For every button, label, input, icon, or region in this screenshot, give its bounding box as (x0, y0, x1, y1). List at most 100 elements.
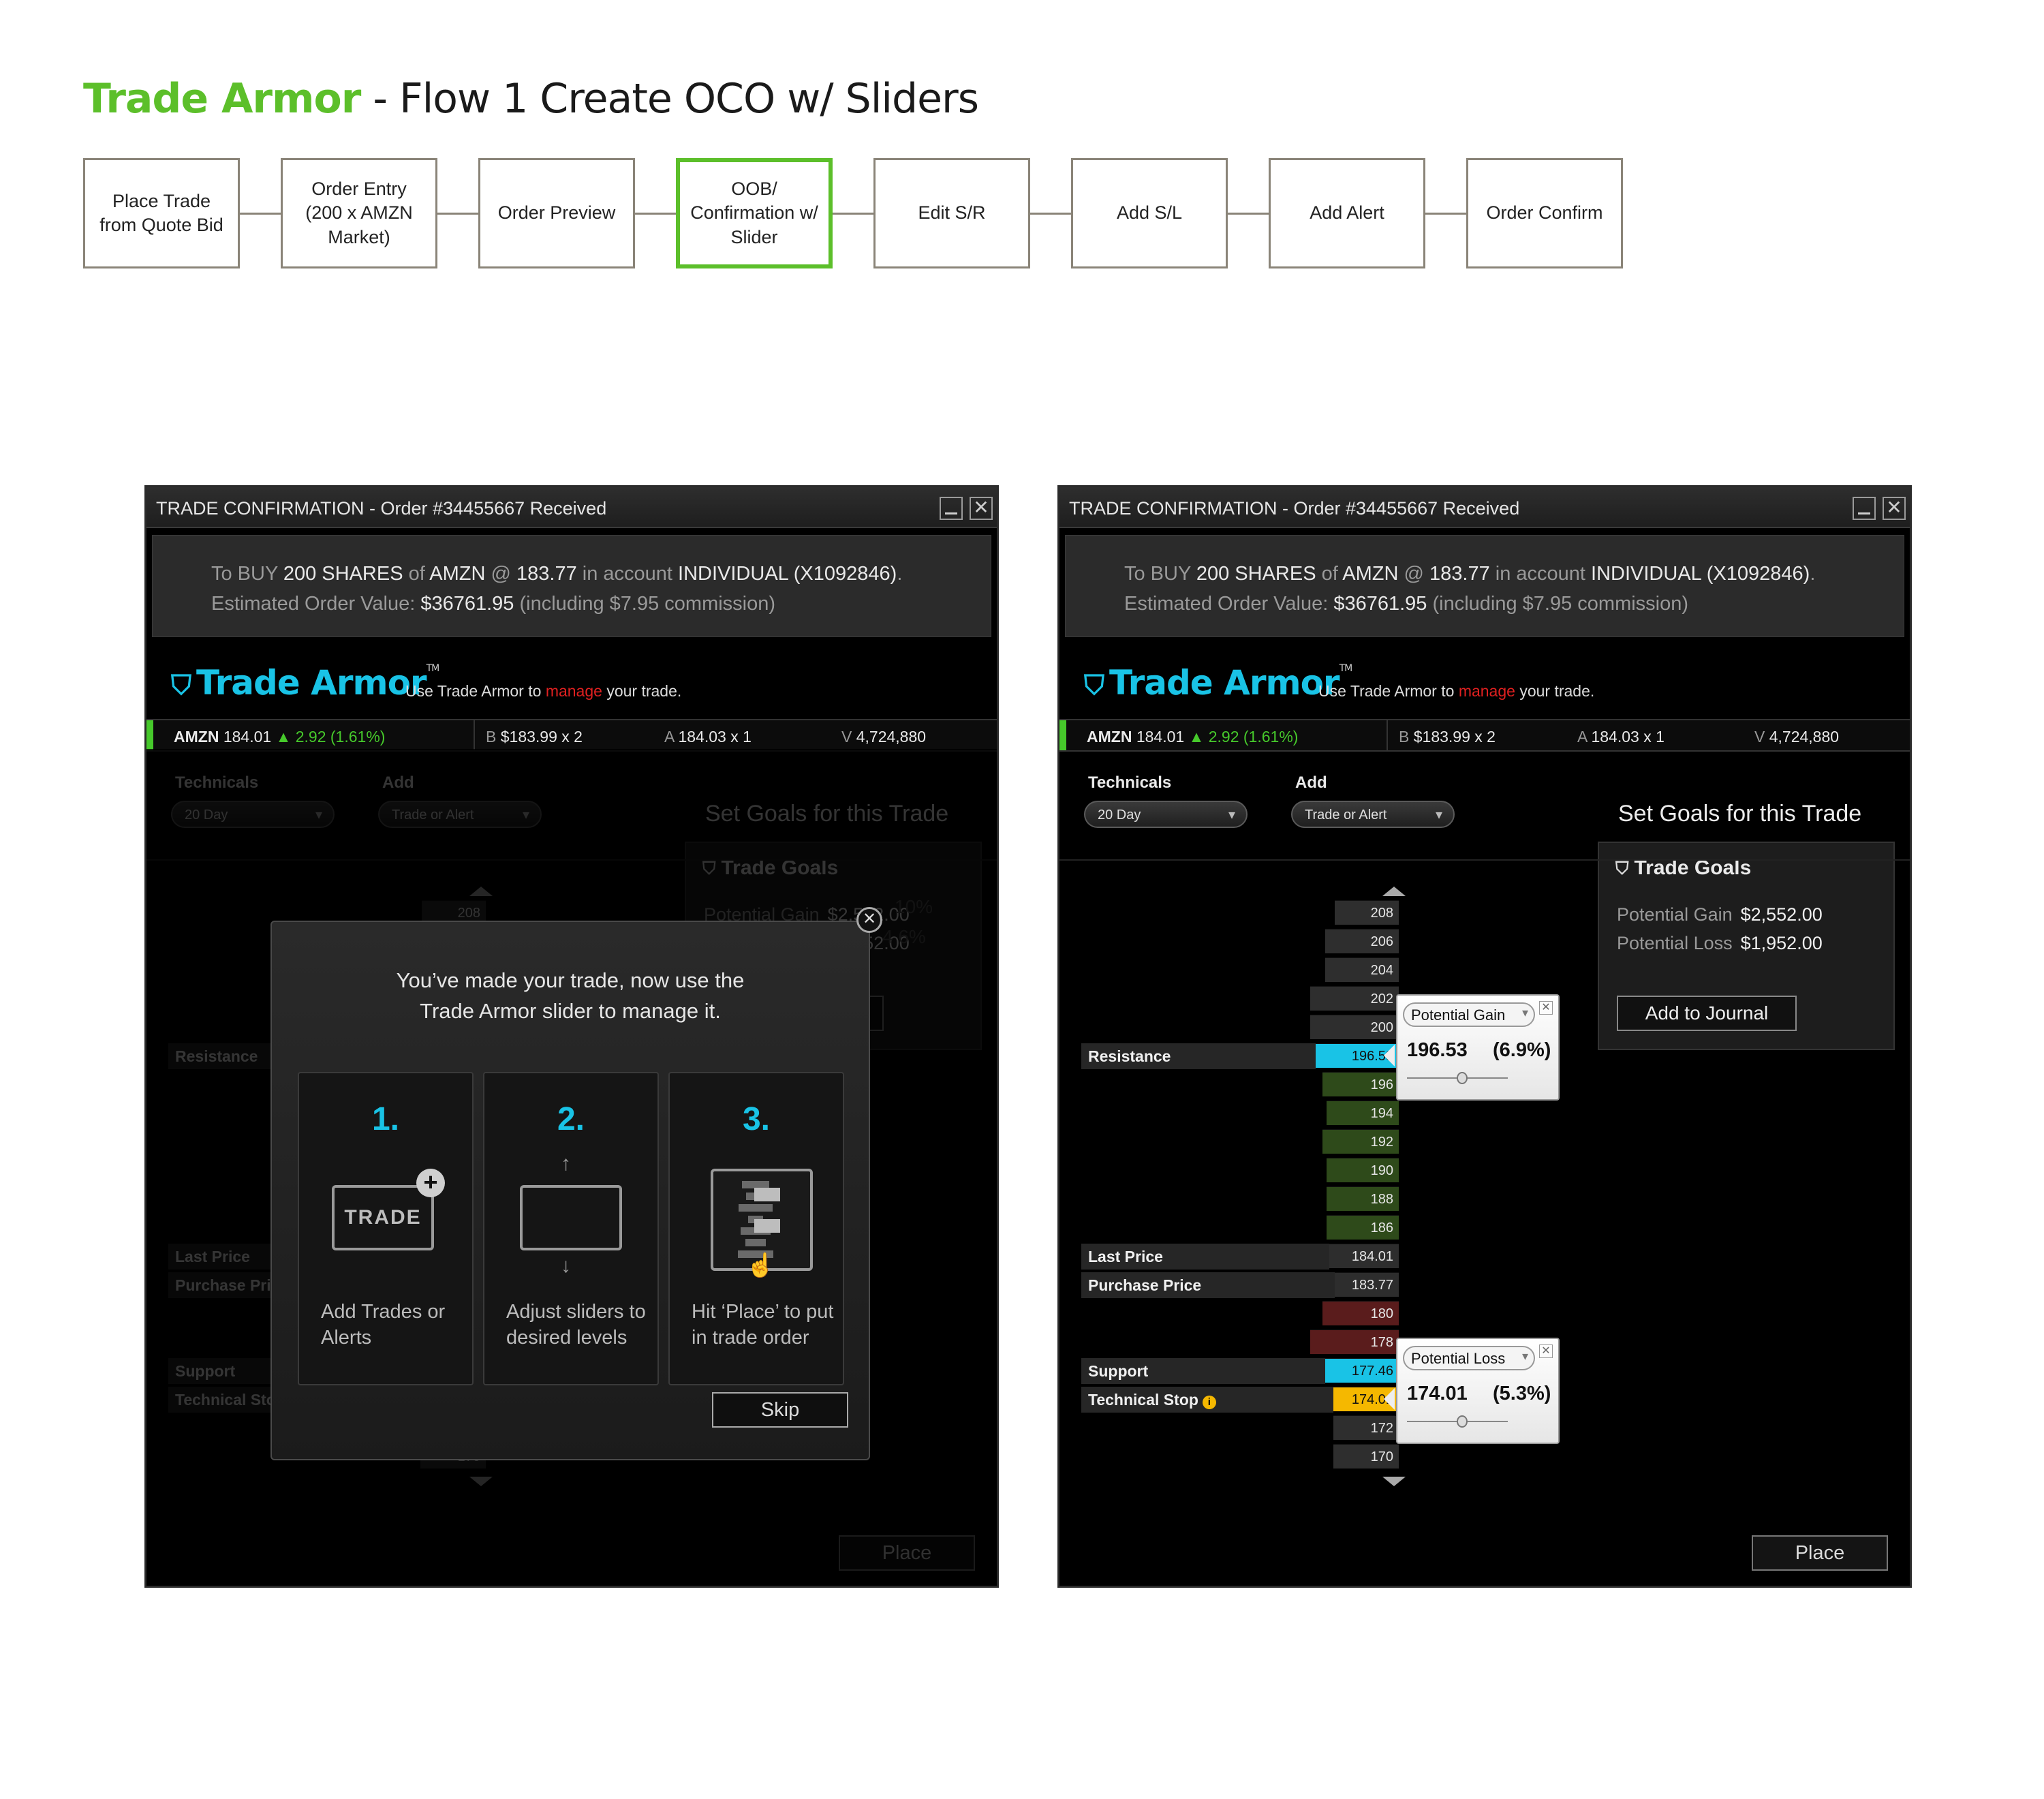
support-row-label: Support (1081, 1358, 1325, 1384)
ladder-down-arrow[interactable] (1382, 1477, 1406, 1486)
minimize-button[interactable] (940, 497, 963, 520)
step-description: Adjust sliders to desired levels (506, 1301, 646, 1349)
ladder-price: 172 (1333, 1415, 1399, 1440)
skip-button[interactable]: Skip (712, 1392, 848, 1428)
gain-percent: (6.9%) (1493, 1039, 1551, 1061)
quote-bid: B $183.99 x 2 (1399, 728, 1496, 745)
place-button[interactable]: Place (1752, 1535, 1888, 1571)
order-value-line: Estimated Order Value: $36761.95 (includ… (1124, 593, 1689, 615)
quote-symbol: AMZN 184.01 ▲ 2.92 (1.61%) (174, 728, 386, 745)
gain-value: 196.53 (1407, 1039, 1468, 1061)
ladder-icon-bar (739, 1204, 773, 1212)
quote-status-bar (1059, 720, 1066, 750)
ladder-price: 190 (1327, 1158, 1399, 1182)
flow-connector (240, 213, 281, 215)
tagline: Use Trade Armor to manage your trade. (1318, 682, 1595, 700)
quote-change: 2.92 (1.61%) (295, 728, 386, 745)
flow-step[interactable]: Add S/L (1071, 158, 1228, 268)
flow-step[interactable]: Order Entry (200 x AMZN Market) (281, 158, 437, 268)
quote-ask: A 184.03 x 1 (664, 728, 752, 745)
trade-ticket-icon: TRADE (332, 1185, 434, 1250)
add-dropdown[interactable]: Trade or Alert (1291, 801, 1455, 828)
ladder-icon-highlight (754, 1219, 780, 1233)
ladder-icon-bar (745, 1239, 766, 1246)
title-bar: TRADE CONFIRMATION - Order #34455667 Rec… (146, 487, 997, 528)
cursor-hand-icon: ☝ (746, 1252, 775, 1278)
resistance-row-label: Resistance (1081, 1043, 1316, 1069)
modal-close-button[interactable]: ✕ (856, 907, 882, 933)
step-description: Add Trades or Alerts (321, 1301, 446, 1349)
quote-symbol: AMZN 184.01 ▲ 2.92 (1.61%) (1087, 728, 1299, 745)
step-number: 2. (557, 1101, 585, 1137)
ladder-price: 194 (1327, 1101, 1399, 1125)
ladder-price: 186 (1327, 1215, 1399, 1240)
potential-gain-popover: Potential Gain ✕ 196.53 (6.9%) (1396, 994, 1560, 1101)
add-to-journal-button[interactable]: Add to Journal (1617, 996, 1797, 1031)
flow-step[interactable]: Order Confirm (1466, 158, 1623, 268)
shield-icon: ⛉ (1084, 670, 1104, 701)
potential-gain-select[interactable]: Potential Gain (1403, 1002, 1535, 1027)
quote-bar: AMZN 184.01 ▲ 2.92 (1.61%) B $183.99 x 2 A… (1059, 719, 1910, 752)
trademark-mark: TM (426, 663, 440, 674)
technicals-dropdown[interactable]: 20 Day (1084, 801, 1248, 828)
flow-step[interactable]: OOB/ Confirmation w/ Slider (676, 158, 833, 268)
loss-percent: (5.3%) (1493, 1383, 1551, 1404)
potential-loss-row: Potential Loss$1,952.00 (1617, 933, 1823, 953)
down-arrow-icon: ↓ (561, 1255, 571, 1277)
flow-connector (1228, 213, 1269, 215)
potential-loss-select[interactable]: Potential Loss (1403, 1346, 1535, 1370)
ladder-up-arrow[interactable] (1382, 887, 1406, 896)
close-button[interactable]: ✕ (970, 497, 993, 520)
ladder-price: 208 (1335, 900, 1399, 925)
ladder-price: 180 (1322, 1301, 1399, 1325)
window-title: TRADE CONFIRMATION - Order #34455667 Rec… (156, 498, 607, 519)
quote-bid: B $183.99 x 2 (486, 728, 583, 745)
loss-value: 174.01 (1407, 1383, 1468, 1404)
flow-step[interactable]: Order Preview (478, 158, 635, 268)
popover-close-icon[interactable]: ✕ (1539, 1344, 1553, 1358)
onboarding-step-card: 2. Adjust sliders to desired levels ↑ ↓ (483, 1072, 659, 1385)
gain-slider-knob[interactable] (1457, 1072, 1468, 1084)
tagline: Use Trade Armor to manage your trade. (405, 682, 682, 700)
order-summary: To BUY 200 SHARES of AMZN @ 183.77 in ac… (1065, 535, 1904, 637)
quote-status-bar (146, 720, 153, 750)
up-arrow-icon: ▲ (1188, 728, 1209, 745)
ladder-price: 170 (1333, 1444, 1399, 1469)
trade-armor-logo: ⛉ Trade ArmorTM (1084, 663, 1352, 703)
ladder-price: 200 (1310, 1015, 1399, 1039)
flow-connector (437, 213, 478, 215)
up-arrow-icon: ▲ (275, 728, 296, 745)
flow-step[interactable]: Place Trade from Quote Bid (83, 158, 240, 268)
flow-step[interactable]: Add Alert (1269, 158, 1425, 268)
ladder-price: 196 (1322, 1072, 1399, 1096)
quote-volume: V 4,724,880 (841, 728, 927, 745)
potential-gain-row: Potential Gain$2,552.00 (1617, 904, 1823, 925)
close-button[interactable]: ✕ (1883, 497, 1906, 520)
quote-ask: A 184.03 x 1 (1577, 728, 1664, 745)
loss-slider-knob[interactable] (1457, 1415, 1468, 1428)
flow-connector (1425, 213, 1466, 215)
ladder-price: 183.77 (1335, 1272, 1399, 1297)
ladder-price: 188 (1327, 1186, 1399, 1211)
step-number: 1. (371, 1101, 400, 1137)
quote-change: 2.92 (1.61%) (1208, 728, 1299, 745)
order-summary-line: To BUY 200 SHARES of AMZN @ 183.77 in ac… (1124, 563, 1816, 585)
ladder-price: 202 (1310, 986, 1399, 1011)
ladder-price: 177.46 (1325, 1358, 1399, 1383)
modal-message: You’ve made your trade, now use the Trad… (396, 968, 745, 1023)
slider-box-icon (520, 1185, 622, 1250)
potential-loss-popover: Potential Loss ✕ 174.01 (5.3%) (1396, 1338, 1560, 1444)
up-arrow-icon: ↑ (561, 1152, 571, 1175)
onboarding-modal: ✕ You’ve made your trade, now use the Tra… (270, 907, 882, 1460)
technical-stop-row-label: Technical Stopi (1081, 1387, 1333, 1413)
ladder-icon-highlight (754, 1188, 780, 1201)
order-summary: To BUY 200 SHARES of AMZN @ 183.77 in ac… (152, 535, 991, 637)
quote-divider (1387, 720, 1388, 750)
info-icon[interactable]: i (1202, 1396, 1216, 1409)
flow-step[interactable]: Edit S/R (873, 158, 1030, 268)
minimize-button[interactable] (1853, 497, 1876, 520)
flow-connector (1030, 213, 1071, 215)
technicals-label: Technicals (1088, 773, 1172, 792)
plus-icon: + (416, 1169, 445, 1197)
popover-close-icon[interactable]: ✕ (1539, 1001, 1553, 1015)
